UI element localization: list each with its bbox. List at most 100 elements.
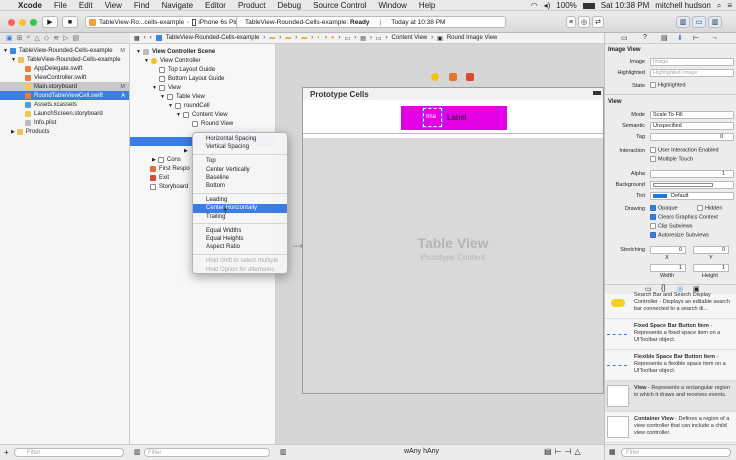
zoom-window-button[interactable] <box>30 19 37 26</box>
menu-file[interactable]: File <box>48 1 73 10</box>
jump-crumb[interactable]: TableView-Rounded-Cells-example <box>166 35 260 41</box>
library-item[interactable]: Fixed Space Bar Button Item - Represents… <box>605 319 736 350</box>
menu-view[interactable]: View <box>99 1 128 10</box>
forward-icon[interactable]: › <box>150 35 152 41</box>
folder-icon[interactable]: ▣ <box>6 34 13 42</box>
wifi-icon[interactable]: ◠ <box>531 1 538 10</box>
menu-item[interactable]: Trailing <box>193 213 287 221</box>
stretch-height-field[interactable]: 1 <box>693 264 729 272</box>
jump-crumb[interactable]: Round Image View <box>447 35 498 41</box>
first-responder-icon[interactable] <box>448 73 457 81</box>
search-icon[interactable]: ⌕ <box>717 1 721 11</box>
checkbox[interactable] <box>650 82 656 88</box>
multiple-touch-checkbox[interactable]: Multiple Touch <box>650 156 693 162</box>
outline-row[interactable]: ▼ View Controller <box>130 56 275 65</box>
battery-percent[interactable]: 100% <box>556 1 576 10</box>
mode-select[interactable]: Scale To Fill <box>650 111 734 119</box>
menu-window[interactable]: Window <box>372 1 412 10</box>
resolve-icon[interactable]: △ <box>575 447 584 456</box>
checkbox[interactable] <box>650 156 656 162</box>
clip-subviews-checkbox[interactable]: Clip Subviews <box>650 223 693 229</box>
search-icon[interactable]: ⌕ <box>27 34 31 42</box>
stop-button[interactable]: ■ <box>62 16 78 28</box>
file-row[interactable]: LaunchScreen.storyboard <box>0 109 129 118</box>
test-icon[interactable]: ◇ <box>44 34 49 42</box>
library-item[interactable]: Container View - Defines a region of a v… <box>605 412 736 443</box>
menu-item[interactable]: Center Vertically <box>193 166 287 174</box>
grid-view-icon[interactable]: ▦ <box>609 448 616 456</box>
autoresize-subviews-checkbox[interactable]: Autoresize Subviews <box>650 232 709 238</box>
volume-icon[interactable]: ◂) <box>544 1 551 10</box>
products-row[interactable]: ▶ Products <box>0 127 129 136</box>
tint-color-select[interactable]: Default <box>650 192 734 200</box>
menu-find[interactable]: Find <box>128 1 156 10</box>
size-class-control[interactable]: wAny hAny <box>404 448 439 455</box>
menu-item[interactable]: Top <box>193 157 287 165</box>
help-inspector-icon[interactable]: ? <box>643 34 647 41</box>
checkbox[interactable] <box>697 205 703 211</box>
checkbox-checked[interactable] <box>650 214 656 220</box>
run-button[interactable]: ▶ <box>42 16 58 28</box>
pin-icon[interactable]: ⊣ <box>565 447 575 456</box>
checkbox[interactable] <box>650 223 656 229</box>
version-editor-button[interactable]: ⇄ <box>592 16 604 28</box>
menu-item[interactable]: Baseline <box>193 174 287 182</box>
file-row[interactable]: Assets.xcassets <box>0 100 129 109</box>
size-inspector-icon[interactable]: ⊢ <box>693 34 699 42</box>
navigator-filter-input[interactable]: Filter <box>14 448 124 457</box>
file-row[interactable]: Info.plist <box>0 118 129 127</box>
user-name[interactable]: mitchell hudson <box>655 1 711 10</box>
add-icon[interactable]: + <box>4 448 9 457</box>
menu-product[interactable]: Product <box>232 1 272 10</box>
close-window-button[interactable] <box>8 19 15 26</box>
checkbox[interactable] <box>650 147 656 153</box>
outline-toggle-icon[interactable]: ▥ <box>134 448 141 456</box>
background-color-select[interactable] <box>650 181 734 189</box>
round-view[interactable]: Ima Label <box>401 106 507 130</box>
list-icon[interactable]: ≡ <box>727 1 732 10</box>
checkbox-checked[interactable] <box>650 205 656 211</box>
outline-filter-input[interactable]: Filter <box>144 448 270 457</box>
menu-navigate[interactable]: Navigate <box>155 1 199 10</box>
clock[interactable]: Sat 10:38 PM <box>601 1 649 10</box>
menu-editor[interactable]: Editor <box>199 1 232 10</box>
stretch-x-field[interactable]: 0 <box>650 246 686 254</box>
outline-row[interactable]: ▼ View <box>130 83 275 92</box>
menu-item[interactable]: Equal Heights <box>193 235 287 243</box>
jump-crumb[interactable]: Content View <box>392 35 428 41</box>
identity-inspector-icon[interactable]: ▤ <box>661 34 668 42</box>
library-item-selected[interactable]: View - Represents a rectangular region i… <box>605 381 736 412</box>
checkbox-checked[interactable] <box>650 232 656 238</box>
prototype-cell[interactable]: Ima Label <box>303 100 603 134</box>
opaque-checkbox[interactable]: Opaque <box>650 205 678 211</box>
table-view[interactable]: Table View Prototype Content <box>303 138 603 393</box>
outline-row[interactable]: ▼ View Controller Scene <box>130 47 275 56</box>
tag-stepper[interactable]: 0 <box>650 133 734 141</box>
menu-xcode[interactable]: Xcode <box>12 1 48 10</box>
outline-row[interactable]: Round View <box>130 119 275 128</box>
align-icon[interactable]: ⊢ <box>555 447 565 456</box>
menu-debug[interactable]: Debug <box>272 1 308 10</box>
view-controller-scene[interactable]: Prototype Cells Ima Label Table View Pro… <box>302 87 604 394</box>
outline-row[interactable]: Top Layout Guide <box>130 65 275 74</box>
hidden-checkbox[interactable]: Hidden <box>697 205 722 211</box>
cell-label[interactable]: Label <box>447 113 467 122</box>
report-icon[interactable]: ▤ <box>72 34 79 42</box>
image-field[interactable]: Image <box>650 58 734 66</box>
file-inspector-icon[interactable]: ▭ <box>621 34 628 42</box>
menu-item[interactable]: Aspect Ratio <box>193 243 287 251</box>
warning-icon[interactable]: △ <box>34 34 39 42</box>
menu-item[interactable]: Horizontal Spacing <box>193 135 287 143</box>
alpha-stepper[interactable]: 1 <box>650 170 734 178</box>
assistant-editor-button[interactable]: ◎ <box>578 16 590 28</box>
menu-item[interactable]: Vertical Spacing <box>193 143 287 151</box>
outline-row[interactable]: ▼ roundCell <box>130 101 275 110</box>
file-row-selected[interactable]: RoundTableViewCell.swift A <box>0 91 129 100</box>
outline-row[interactable]: ▼ Content View <box>130 110 275 119</box>
toggle-debug-button[interactable]: ▭ <box>692 16 706 28</box>
file-row[interactable]: AppDelegate.swift <box>0 64 129 73</box>
minimize-window-button[interactable] <box>19 19 26 26</box>
toggle-utilities-button[interactable]: ▥ <box>708 16 722 28</box>
menu-item[interactable]: Leading <box>193 196 287 204</box>
menu-item[interactable]: Bottom <box>193 182 287 190</box>
